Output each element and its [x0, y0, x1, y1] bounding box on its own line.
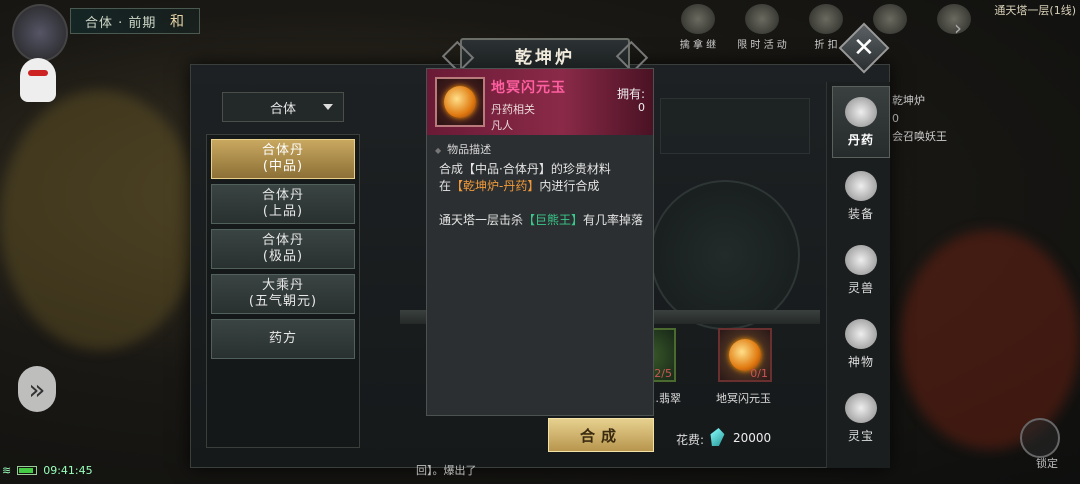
background-foliage — [0, 90, 200, 350]
tab-spirit-beast[interactable]: 灵兽 — [832, 234, 890, 306]
scroll-icon — [873, 4, 907, 34]
pet-ghost-icon[interactable] — [20, 58, 56, 102]
background-fire — [900, 230, 1080, 450]
bg-value: 0 — [892, 112, 899, 125]
item-type: 丹药相关 — [491, 103, 535, 116]
recipe-list: 合体丹 (中品) 合体丹 (上品) 合体丹 (极品) 大乘丹 (五气朝元) 药方 — [206, 134, 360, 448]
realm-dropdown[interactable]: 合体 — [222, 92, 344, 122]
item-icon-frame — [435, 77, 485, 127]
paw-icon — [845, 244, 877, 275]
realm-extra-text: 和 — [170, 14, 184, 30]
recipe-item-heti-high[interactable]: 合体丹 (上品) — [211, 184, 355, 224]
close-icon: ✕ — [853, 32, 875, 63]
clock: 09:41:45 — [43, 464, 93, 477]
item-description: 合成【中品·合体丹】的珍贵材料 在【乾坤炉-丹药】内进行合成 通天塔一层击杀【巨… — [439, 161, 645, 229]
item-name: 地冥闪元玉 — [491, 80, 566, 96]
material-name: 地冥闪元玉 — [716, 392, 771, 405]
limited-event-icon — [745, 4, 779, 34]
chevron-down-icon — [323, 104, 333, 110]
bottom-chat-text: 回】。爆出了 — [416, 464, 477, 477]
recipe-item-heti-mid[interactable]: 合体丹 (中品) — [211, 139, 355, 179]
expand-left-button[interactable]: » — [18, 366, 56, 412]
craft-button[interactable]: 合成 — [548, 418, 654, 452]
recipe-item-heti-top[interactable]: 合体丹 (极品) — [211, 229, 355, 269]
desc-line-1: 合成【中品·合体丹】的珍贵材料 — [439, 162, 611, 176]
tab-equipment[interactable]: 装备 — [832, 160, 890, 232]
bg-furnace-label: 乾坤炉 — [892, 94, 925, 107]
tooltip-header: 地冥闪元玉 丹药相关 凡人 拥有: 0 — [427, 69, 653, 135]
battery-icon — [17, 466, 38, 475]
activity-icon — [681, 4, 715, 34]
wifi-icon: ≋ — [2, 464, 12, 477]
tab-divine-object[interactable]: 神物 — [832, 308, 890, 380]
material-count: 2/5 — [654, 367, 672, 380]
sword-icon — [845, 170, 877, 201]
status-bar: ≋ 09:41:45 — [2, 464, 93, 477]
tab-spirit-treasure[interactable]: 灵宝 — [832, 382, 890, 454]
center-frame — [660, 98, 810, 154]
pill-bowl-icon — [845, 96, 877, 127]
owned-label: 拥有: — [616, 87, 645, 101]
top-icon-1[interactable]: 擒 拿 继 — [670, 4, 726, 51]
top-activity-bar: 擒 拿 继 限 时 活 动 折 扣 — [670, 4, 982, 51]
location-label: 通天塔一层(1线) — [994, 4, 1076, 17]
cost-label: 花费: — [676, 433, 705, 447]
jade-orb-icon — [444, 86, 476, 118]
owned-value: 0 — [638, 101, 645, 114]
cost-value: 20000 — [733, 431, 772, 445]
panel-title: 乾坤炉 — [460, 38, 630, 72]
recipe-item-dacheng[interactable]: 大乘丹 (五气朝元) — [211, 274, 355, 314]
material-slot-dimingshanyuanyu[interactable]: 0/1 — [718, 328, 772, 382]
recipe-item-formula[interactable]: 药方 — [211, 319, 355, 359]
item-grade: 凡人 — [491, 119, 513, 132]
desc-line-2: 在【乾坤炉-丹药】内进行合成 — [439, 179, 600, 193]
bg-summon-text: 会召唤妖王 — [892, 130, 947, 143]
material-count: 0/1 — [750, 367, 768, 380]
tab-pills[interactable]: 丹药 — [832, 86, 890, 158]
desc-line-3: 通天塔一层击杀【巨熊王】有几率掉落 — [439, 213, 644, 227]
furnace-link: 【乾坤炉-丹药】 — [451, 179, 540, 193]
chevron-right-icon[interactable]: › — [954, 16, 962, 40]
top-icon-2[interactable]: 限 时 活 动 — [734, 4, 790, 51]
discount-icon — [809, 4, 843, 34]
lock-target-button[interactable] — [1020, 418, 1060, 458]
player-avatar[interactable] — [12, 4, 68, 62]
item-tooltip: 地冥闪元玉 丹药相关 凡人 拥有: 0 物品描述 合成【中品·合体丹】的珍贵材料… — [426, 68, 654, 416]
furnace-disc — [650, 180, 800, 330]
boss-link: 【巨熊王】 — [523, 213, 584, 227]
description-heading: 物品描述 — [435, 141, 491, 157]
fan-icon — [845, 318, 877, 349]
lock-label: 锁定 — [1036, 457, 1058, 470]
spirit-treasure-icon — [845, 392, 877, 423]
